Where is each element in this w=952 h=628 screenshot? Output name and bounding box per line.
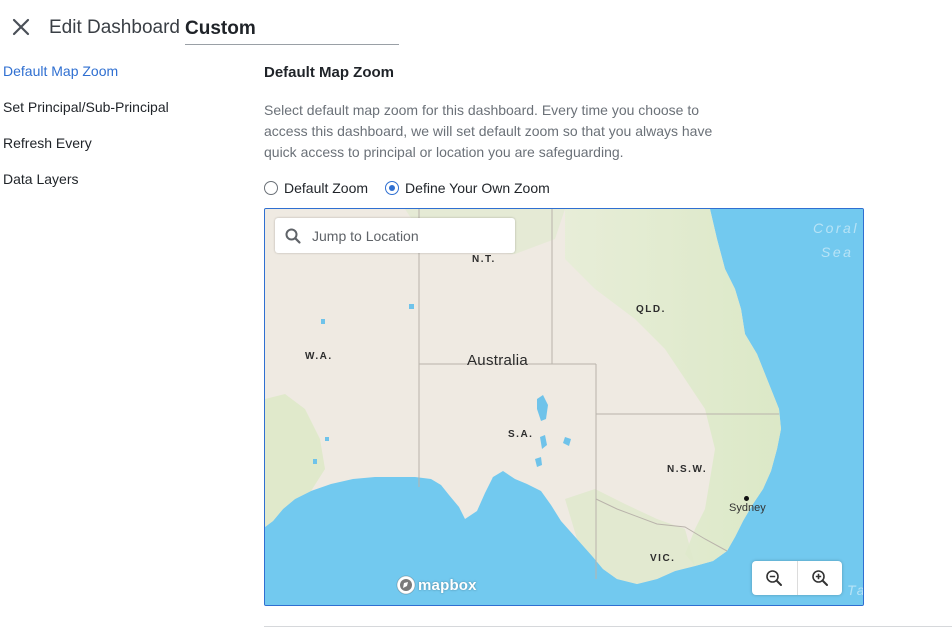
region-label-vic: VIC. [650, 553, 676, 564]
city-label-sydney: Sydney [729, 502, 766, 514]
section-description: Select default map zoom for this dashboa… [264, 102, 713, 160]
close-button[interactable] [8, 14, 34, 40]
region-label-sa: S.A. [508, 429, 534, 440]
sidebar-item-data-layers[interactable]: Data Layers [3, 170, 169, 206]
map-search-box[interactable] [275, 218, 515, 253]
section-divider [264, 626, 952, 627]
city-marker-sydney [744, 496, 749, 501]
mapbox-logo[interactable]: mapbox [396, 575, 477, 595]
settings-sidebar: Default Map Zoom Set Principal/Sub-Princ… [3, 62, 169, 206]
sea-label-tasman-partial: Ta [847, 582, 863, 598]
region-label-qld: QLD. [636, 304, 666, 315]
sea-label-coral-line2: Sea [821, 244, 854, 260]
zoom-out-button[interactable] [752, 561, 797, 595]
page-title: Edit Dashboard [49, 17, 180, 38]
region-label-nsw: N.S.W. [667, 464, 708, 475]
map-view[interactable]: Australia N.T. W.A. QLD. S.A. N.S.W. VIC… [264, 208, 864, 606]
define-own-zoom-radio[interactable]: Define Your Own Zoom [385, 180, 550, 196]
section-title: Default Map Zoom [264, 64, 394, 81]
country-label-australia: Australia [467, 352, 529, 369]
default-zoom-radio[interactable]: Default Zoom [264, 180, 368, 196]
region-label-wa: W.A. [305, 351, 333, 362]
zoom-control [752, 561, 842, 595]
default-zoom-label: Default Zoom [284, 180, 369, 196]
zoom-option-group: Default Zoom Define Your Own Zoom [264, 180, 567, 196]
define-own-zoom-label: Define Your Own Zoom [405, 180, 550, 196]
sidebar-item-default-map-zoom[interactable]: Default Map Zoom [3, 62, 169, 98]
map-base-layer [265, 209, 863, 605]
radio-checked-icon [385, 181, 400, 195]
mapbox-logo-icon [396, 575, 416, 595]
sidebar-item-refresh-every[interactable]: Refresh Every [3, 134, 169, 170]
zoom-in-button[interactable] [796, 561, 843, 595]
sidebar-item-set-principal[interactable]: Set Principal/Sub-Principal [3, 98, 169, 134]
search-icon [285, 228, 301, 244]
region-label-nt: N.T. [472, 254, 496, 265]
zoom-in-icon [811, 570, 828, 586]
radio-unchecked-icon [264, 181, 278, 195]
dashboard-name-input[interactable] [185, 14, 399, 45]
mapbox-wordmark: mapbox [418, 576, 477, 594]
map-search-input[interactable] [310, 226, 514, 245]
sea-label-coral-line1: Coral [813, 220, 859, 236]
zoom-out-icon [766, 570, 783, 586]
close-icon [12, 18, 30, 36]
